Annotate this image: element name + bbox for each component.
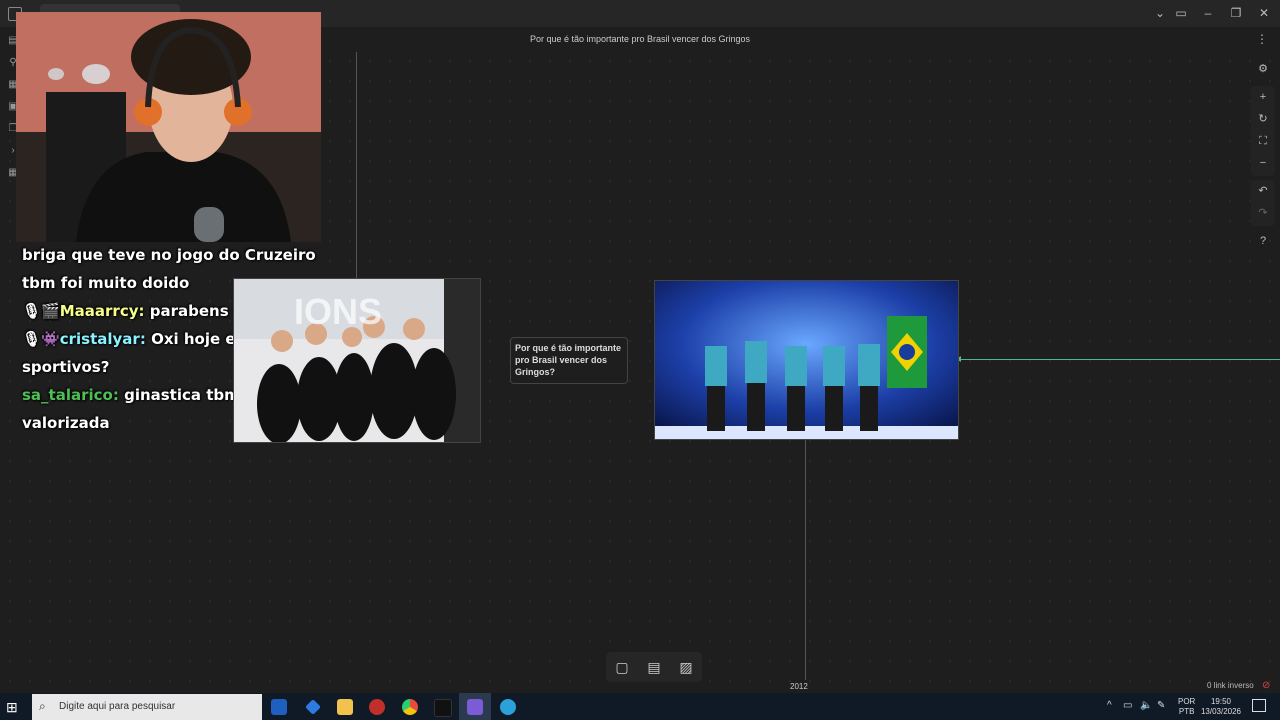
obsidian-icon[interactable] (467, 699, 483, 715)
chat-username: Maaarrcy: (59, 302, 145, 320)
text-card-content: Por que é tão importante pro Brasil venc… (515, 343, 622, 377)
store-icon[interactable] (271, 699, 287, 715)
badge-icon: 🎙🎬 (22, 302, 60, 320)
media-icon[interactable]: ▨ (677, 658, 695, 676)
tray-chevron-icon[interactable]: ^ (1107, 700, 1112, 711)
search-placeholder: Digite aqui para pesquisar (59, 701, 176, 712)
help-icon[interactable]: ? (1255, 233, 1271, 249)
terminal-app-icon[interactable] (434, 699, 452, 717)
chat-message: sportivos? (22, 358, 110, 376)
note-icon[interactable]: ▤ (645, 658, 663, 676)
lang-top: POR (1178, 697, 1196, 706)
image-card-team[interactable]: IONS (233, 278, 481, 443)
browser-icon[interactable] (500, 699, 516, 715)
year-label: 2012 (790, 682, 808, 691)
backlinks-count[interactable]: 0 link inverso (1207, 681, 1254, 690)
team-photo-image: IONS (234, 279, 480, 442)
text-card[interactable]: Por que é tão importante pro Brasil venc… (510, 337, 628, 384)
obs-icon[interactable] (369, 699, 385, 715)
notification-icon[interactable] (1252, 699, 1266, 712)
chat-line: briga que teve no jogo do Cruzeiro (22, 246, 316, 264)
image-card-stage[interactable] (654, 280, 959, 440)
svg-text:IONS: IONS (294, 291, 382, 332)
clock-time: 19:50 (1210, 697, 1232, 706)
chat-message: valorizada (22, 414, 110, 432)
stage-photo-image (655, 281, 958, 439)
network-icon[interactable]: ▭ (1123, 700, 1132, 711)
undo-icon[interactable]: ↶ (1255, 183, 1271, 199)
chat-username: cristalyar: (59, 330, 146, 348)
lang-bottom: PTB (1178, 707, 1195, 716)
chrome-icon[interactable] (402, 699, 418, 715)
webcam-image (16, 12, 321, 242)
minus-icon[interactable]: − (1255, 155, 1271, 171)
pen-icon[interactable]: ✎ (1157, 700, 1165, 711)
language-indicator[interactable]: POR PTB (1178, 697, 1195, 717)
connector-line (356, 52, 357, 278)
chat-line: valorizada (22, 414, 110, 432)
chat-message: briga que teve no jogo do Cruzeiro (22, 246, 316, 264)
close-button[interactable]: ✕ (1255, 4, 1273, 22)
redo-icon[interactable]: ↷ (1255, 205, 1271, 221)
chat-username: sa_talarico: (22, 386, 119, 404)
badge-icon: 🎙👾 (22, 330, 60, 348)
plus-icon[interactable]: + (1255, 89, 1271, 105)
more-options-icon[interactable]: ⋮ (1256, 32, 1268, 46)
fit-icon[interactable]: ⛶ (1255, 133, 1271, 149)
no-link-icon[interactable]: ⊘ (1262, 680, 1270, 691)
minimize-button[interactable]: – (1199, 4, 1217, 22)
refresh-icon[interactable]: ↻ (1255, 111, 1271, 127)
clock-date: 13/03/2026 (1200, 707, 1242, 716)
windows-start-icon[interactable]: ⊞ (6, 699, 18, 716)
taskbar-search[interactable]: ⌕ Digite aqui para pesquisar (32, 694, 262, 720)
chat-line: 🎙🎬Maaarrcy: parabens cali (22, 302, 263, 320)
layout-icon[interactable]: ▭ (1172, 4, 1190, 22)
card-icon[interactable]: ▢ (613, 658, 631, 676)
folder-icon[interactable] (337, 699, 353, 715)
chat-line: tbm foi muito doido (22, 274, 189, 292)
search-icon: ⌕ (39, 699, 46, 713)
edge-line (958, 359, 1280, 360)
chevron-down-icon[interactable]: ⌄ (1151, 4, 1169, 22)
volume-icon[interactable]: 🔈 (1140, 700, 1152, 711)
chat-message: tbm foi muito doido (22, 274, 190, 292)
webcam-overlay (16, 12, 321, 242)
chat-line: sportivos? (22, 358, 109, 376)
maximize-button[interactable]: ❐ (1227, 4, 1245, 22)
gear-icon[interactable]: ⚙ (1255, 61, 1271, 77)
clock[interactable]: 19:50 13/03/2026 (1200, 697, 1242, 717)
timeline-line (805, 438, 806, 680)
